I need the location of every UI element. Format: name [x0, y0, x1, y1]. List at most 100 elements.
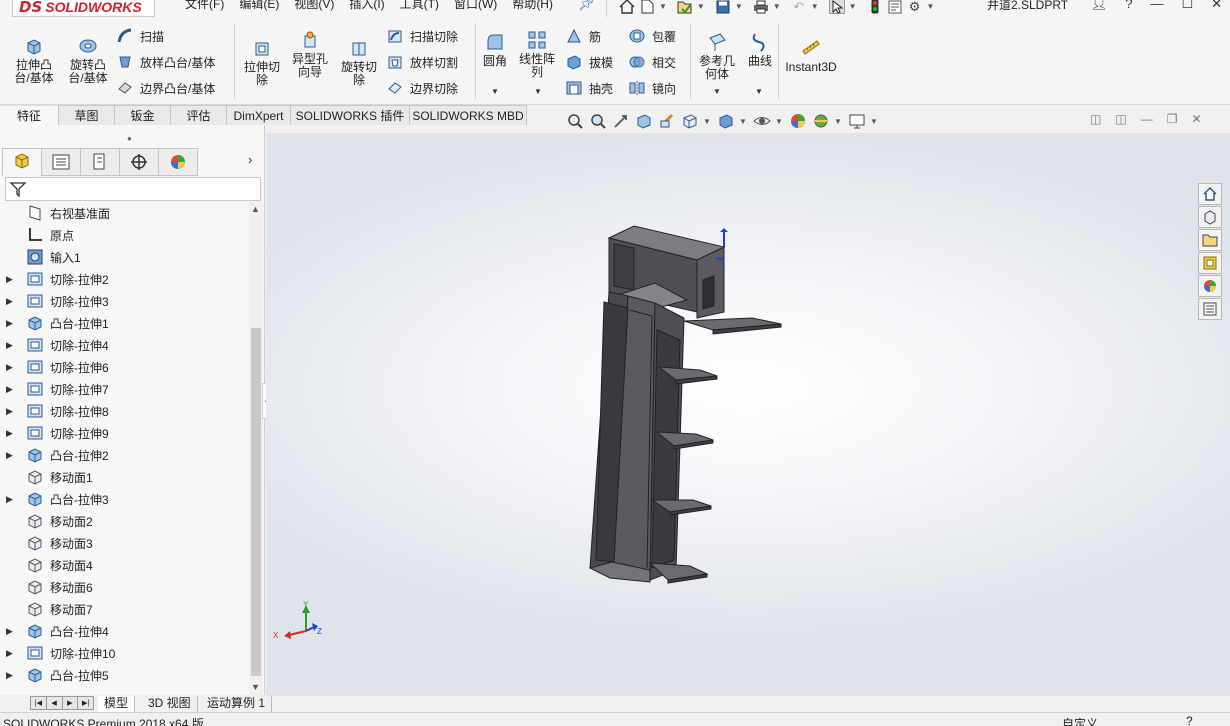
new-document-icon[interactable]	[639, 0, 655, 14]
undo-icon[interactable]: ↶	[791, 0, 807, 14]
home-icon[interactable]	[619, 0, 635, 14]
view-settings-icon[interactable]	[847, 111, 867, 131]
file-properties-icon[interactable]	[887, 0, 903, 14]
scroll-down-icon[interactable]: ▼	[251, 682, 260, 692]
zoom-to-fit-icon[interactable]	[565, 111, 585, 131]
chevron-down-icon[interactable]: ▼	[659, 2, 667, 11]
solidworks-logo[interactable]: DS SOLIDWORKS	[12, 0, 155, 17]
prev-tab-icon[interactable]: ◀	[47, 697, 63, 709]
viewport-close-icon[interactable]: ✕	[1191, 112, 1201, 126]
section-view-icon[interactable]	[634, 111, 654, 131]
solidworks-resources-icon[interactable]	[1198, 183, 1222, 205]
hide-show-items-icon[interactable]	[752, 111, 772, 131]
fillet-button[interactable]: 圆角	[479, 31, 511, 68]
last-tab-icon[interactable]: ▶|	[78, 697, 93, 709]
expand-arrow-icon[interactable]: ▶	[6, 406, 16, 417]
print-icon[interactable]	[753, 0, 769, 14]
expand-arrow-icon[interactable]: ▶	[6, 318, 16, 329]
tree-item[interactable]: 移动面2	[0, 510, 248, 532]
expand-arrow-icon[interactable]: ▶	[6, 340, 16, 351]
viewport-maximize-icon[interactable]: ❐	[1167, 112, 1178, 126]
expand-arrow-icon[interactable]: ▶	[6, 494, 16, 505]
tab-model[interactable]: 模型	[98, 696, 136, 712]
property-manager-tab[interactable]	[41, 148, 81, 176]
expand-arrow-icon[interactable]: ▶	[6, 428, 16, 439]
chevron-down-icon[interactable]: ▼	[849, 2, 857, 11]
expand-arrow-icon[interactable]: ▶	[6, 648, 16, 659]
menu-tools[interactable]: 工具(T)	[400, 0, 439, 12]
tab-motion-study[interactable]: 运动算例 1	[201, 696, 273, 712]
expand-arrow-icon[interactable]: ▶	[6, 670, 16, 681]
reference-geometry-button[interactable]: 参考几 何体	[696, 31, 738, 81]
file-explorer-icon[interactable]	[1198, 229, 1222, 251]
previous-view-icon[interactable]	[611, 111, 631, 131]
tree-item[interactable]: ▶ 凸台-拉伸3	[0, 488, 248, 510]
panel-handle-icon[interactable]: ●	[127, 134, 135, 143]
chevron-down-icon[interactable]: ▼	[773, 2, 781, 11]
user-icon[interactable]: 👤︎	[1091, 0, 1108, 12]
tab-sketch[interactable]: 草图	[59, 105, 115, 125]
zoom-to-area-icon[interactable]	[588, 111, 608, 131]
rib-button[interactable]: 筋	[565, 27, 601, 45]
help-icon[interactable]: ?	[1186, 714, 1193, 726]
revolve-boss-button[interactable]: 旋转凸 台/基体	[64, 35, 112, 85]
menu-edit[interactable]: 编辑(E)	[239, 0, 279, 12]
menu-insert[interactable]: 插入(I)	[349, 0, 384, 12]
tree-item[interactable]: 移动面6	[0, 576, 248, 598]
instant3d-button[interactable]: Instant3D	[784, 37, 838, 74]
tree-item[interactable]: ▶ 切除-拉伸3	[0, 290, 248, 312]
tree-scrollbar[interactable]: ▲ ▼	[249, 202, 263, 696]
linear-pattern-button[interactable]: 线性阵 列	[515, 29, 559, 79]
chevron-down-icon[interactable]: ▼	[713, 87, 721, 96]
select-pointer-icon[interactable]	[828, 0, 845, 14]
tree-item[interactable]: 移动面7	[0, 598, 248, 620]
mirror-button[interactable]: 镜向	[628, 79, 676, 97]
design-library-icon[interactable]	[1198, 206, 1222, 228]
display-style-icon[interactable]	[716, 111, 736, 131]
chevron-down-icon[interactable]: ▼	[697, 2, 705, 11]
tree-item[interactable]: ▶ 凸台-拉伸4	[0, 620, 248, 642]
expand-arrow-icon[interactable]: ▶	[6, 274, 16, 285]
tab-solidworks-addins[interactable]: SOLIDWORKS 插件	[291, 105, 410, 125]
tree-item[interactable]: ▶ 切除-拉伸8	[0, 400, 248, 422]
open-document-icon[interactable]	[677, 0, 693, 14]
chevron-down-icon[interactable]: ▼	[775, 117, 785, 126]
tree-item[interactable]: 移动面3	[0, 532, 248, 554]
tree-item[interactable]: 移动面4	[0, 554, 248, 576]
extrude-boss-button[interactable]: 拉伸凸 台/基体	[11, 35, 57, 85]
dimxpert-manager-tab[interactable]	[119, 148, 159, 176]
feature-manager-tab[interactable]	[2, 148, 42, 176]
viewport-restore-left-icon[interactable]: ◫	[1090, 112, 1101, 126]
expand-arrow-icon[interactable]: ▶	[6, 626, 16, 637]
units-selector[interactable]: 自定义	[1062, 715, 1098, 726]
curves-button[interactable]: 曲线	[744, 31, 776, 68]
boundary-cut-button[interactable]: 边界切除	[386, 79, 458, 97]
chevron-down-icon[interactable]: ▼	[534, 87, 542, 96]
tree-item[interactable]: 右视基准面	[0, 202, 248, 224]
expand-arrow-icon[interactable]: ▶	[6, 362, 16, 373]
tab-sheet-metal[interactable]: 钣金	[115, 105, 171, 125]
tab-3d-views[interactable]: 3D 视图	[142, 696, 198, 712]
tree-item[interactable]: ▶ 切除-拉伸2	[0, 268, 248, 290]
gear-icon[interactable]: ⚙	[907, 0, 923, 14]
view-palette-icon[interactable]	[1198, 252, 1222, 274]
first-tab-icon[interactable]: |◀	[31, 697, 47, 709]
tree-item[interactable]: ▶ 切除-拉伸9	[0, 422, 248, 444]
display-manager-tab[interactable]	[158, 148, 198, 176]
custom-properties-icon[interactable]	[1198, 298, 1222, 320]
chevron-right-icon[interactable]: ›	[248, 152, 252, 167]
tree-item[interactable]: 移动面1	[0, 466, 248, 488]
configuration-manager-tab[interactable]	[80, 148, 120, 176]
tree-item[interactable]: ▶ 切除-拉伸10	[0, 642, 248, 664]
chevron-down-icon[interactable]: ▼	[755, 87, 763, 96]
apply-scene-icon[interactable]	[811, 111, 831, 131]
next-tab-icon[interactable]: ▶	[63, 697, 79, 709]
expand-arrow-icon[interactable]: ▶	[6, 384, 16, 395]
chevron-down-icon[interactable]: ▼	[870, 117, 880, 126]
tree-item[interactable]: ▶ 凸台-拉伸5	[0, 664, 248, 686]
draft-button[interactable]: 拔模	[565, 53, 613, 71]
hole-wizard-button[interactable]: 异型孔 向导	[288, 29, 332, 79]
wrap-button[interactable]: 包覆	[628, 27, 676, 45]
shell-button[interactable]: 抽壳	[565, 79, 613, 97]
extrude-cut-button[interactable]: 拉伸切 除	[240, 37, 284, 87]
